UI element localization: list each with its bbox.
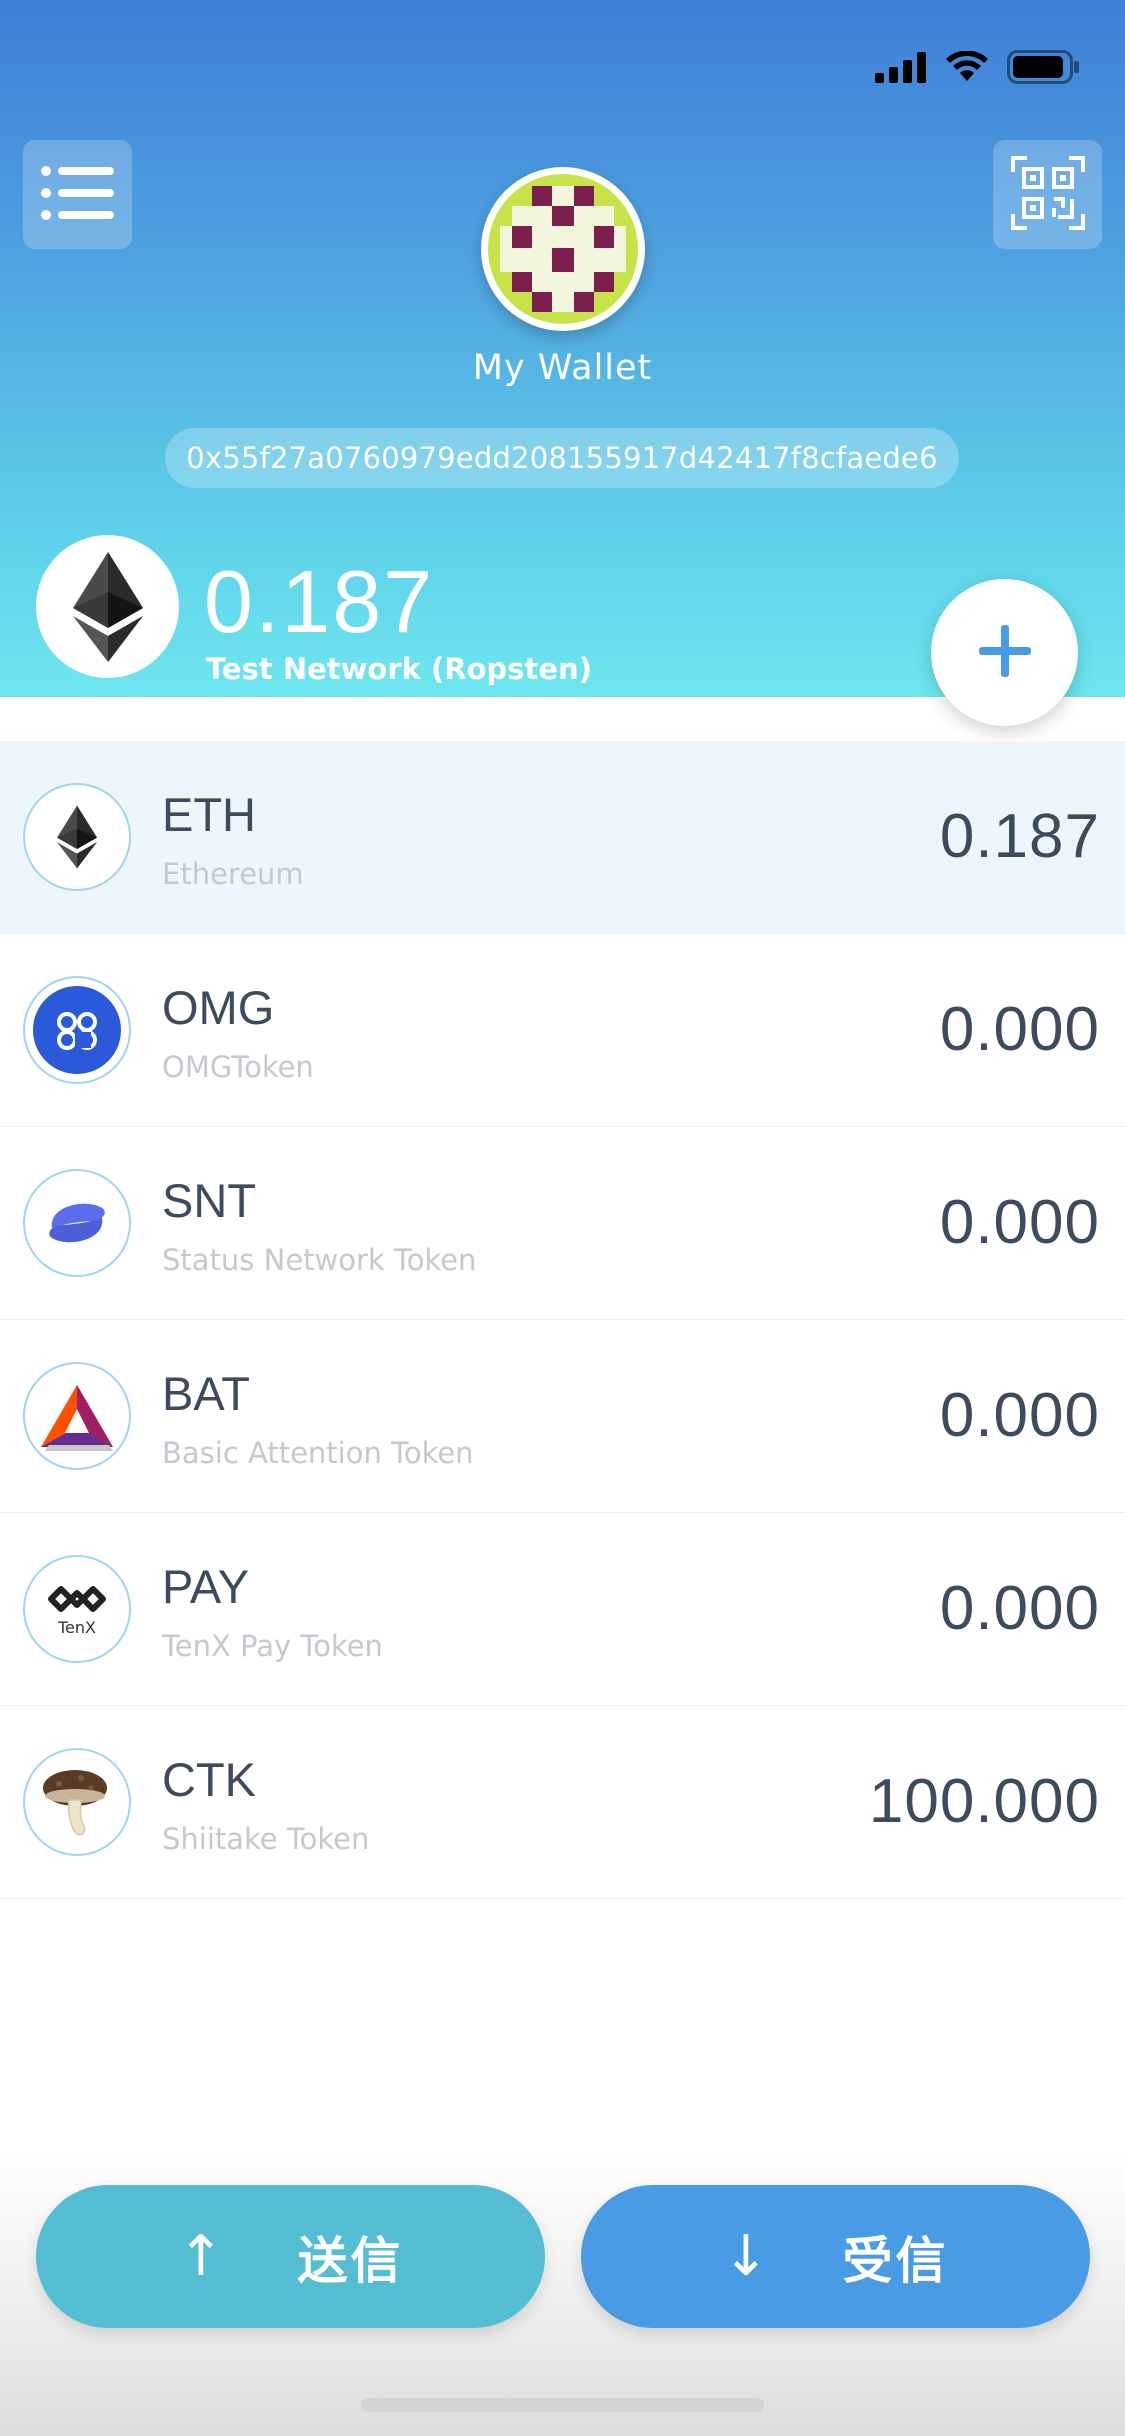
network-label[interactable]: Test Network (Ropsten) [206, 652, 592, 686]
send-button-label: 送信 [297, 2231, 404, 2290]
token-symbol: CTK [162, 1753, 256, 1806]
omisego-icon [23, 976, 131, 1084]
menu-button[interactable] [23, 140, 132, 249]
token-row-pay[interactable]: TenX PAY TenX Pay Token 0.000 [0, 1513, 1125, 1706]
token-symbol: SNT [162, 1174, 256, 1227]
arrow-down-icon: ↓ [722, 2224, 773, 2289]
receive-button-label: 受信 [842, 2231, 949, 2290]
qr-code-icon [1010, 155, 1085, 234]
home-indicator[interactable] [361, 2398, 764, 2412]
status-bar [875, 50, 1081, 88]
signal-icon [875, 51, 927, 87]
status-icon [23, 1169, 131, 1277]
token-amount: 0.000 [939, 1188, 1100, 1257]
add-token-button[interactable] [931, 579, 1078, 726]
wallet-name[interactable]: My Wallet [0, 348, 1125, 388]
token-name: Shiitake Token [162, 1822, 370, 1856]
token-amount: 0.000 [939, 995, 1100, 1064]
wallet-address[interactable]: 0x55f27a0760979edd208155917d42417f8cfaed… [165, 428, 959, 488]
wallet-avatar[interactable] [481, 167, 645, 331]
token-name: TenX Pay Token [162, 1629, 383, 1663]
tenx-icon-label: TenX [57, 1618, 96, 1637]
token-amount: 0.000 [939, 1381, 1100, 1450]
token-symbol: BAT [162, 1367, 250, 1420]
total-balance: 0.187 [204, 552, 435, 651]
token-list: ETH Ethereum 0.187 OMG OMGToken 0.000 SN… [0, 741, 1125, 1899]
wallet-header: My Wallet 0x55f27a0760979edd208155917d42… [0, 0, 1125, 697]
qr-code-button[interactable] [993, 140, 1102, 249]
tenx-icon: TenX [23, 1555, 131, 1663]
token-row-omg[interactable]: OMG OMGToken 0.000 [0, 934, 1125, 1127]
receive-button[interactable]: ↓ 受信 [581, 2185, 1090, 2328]
list-icon [40, 163, 116, 227]
battery-icon [1007, 50, 1081, 88]
token-amount: 100.000 [868, 1767, 1100, 1836]
token-row-eth[interactable]: ETH Ethereum 0.187 [0, 741, 1125, 934]
token-name: Basic Attention Token [162, 1436, 474, 1470]
arrow-up-icon: ↑ [177, 2224, 228, 2289]
token-row-ctk[interactable]: CTK Shiitake Token 100.000 [0, 1706, 1125, 1899]
token-name: Status Network Token [162, 1243, 477, 1277]
shiitake-icon [23, 1748, 131, 1856]
ethereum-icon [36, 535, 179, 678]
token-symbol: OMG [162, 981, 275, 1034]
token-row-bat[interactable]: BAT Basic Attention Token 0.000 [0, 1320, 1125, 1513]
plus-icon [977, 623, 1033, 683]
token-name: OMGToken [162, 1050, 314, 1084]
token-symbol: ETH [162, 788, 256, 841]
send-button[interactable]: ↑ 送信 [36, 2185, 545, 2328]
ethereum-icon [23, 783, 131, 891]
token-amount: 0.187 [939, 802, 1100, 871]
token-name: Ethereum [162, 857, 304, 891]
token-symbol: PAY [162, 1560, 250, 1613]
wifi-icon [945, 50, 989, 87]
bat-icon [23, 1362, 131, 1470]
token-row-snt[interactable]: SNT Status Network Token 0.000 [0, 1127, 1125, 1320]
token-amount: 0.000 [939, 1574, 1100, 1643]
